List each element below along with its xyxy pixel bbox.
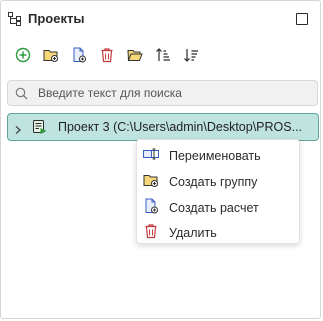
project-icon: [32, 119, 48, 140]
add-circle-icon: [15, 47, 31, 63]
panel-header: Проекты: [1, 1, 320, 37]
create-calc-button[interactable]: [69, 45, 89, 67]
panel-title: Проекты: [28, 11, 85, 26]
menu-item-label: Удалить: [169, 226, 217, 240]
delete-icon: [101, 48, 113, 63]
menu-item-rename[interactable]: Переименовать: [137, 142, 299, 168]
delete-button[interactable]: [97, 45, 117, 67]
sort-ascending-button[interactable]: [153, 45, 173, 67]
project-label: Проект 3 (C:\Users\admin\Desktop\PROS...: [58, 120, 303, 134]
create-group-button[interactable]: [41, 45, 61, 67]
add-button[interactable]: [13, 45, 33, 67]
create-group-icon: [43, 50, 58, 62]
menu-item-label: Создать группу: [169, 175, 258, 189]
open-folder-icon: [127, 50, 143, 61]
sort-ascending-icon: [156, 48, 170, 61]
maximize-button[interactable]: [296, 13, 308, 25]
sort-descending-button[interactable]: [181, 45, 201, 67]
rename-icon: [143, 146, 159, 162]
create-calc-icon: [73, 47, 86, 63]
tree-item-project[interactable]: Проект 3 (C:\Users\admin\Desktop\PROS...: [7, 113, 319, 141]
menu-item-label: Переименовать: [169, 149, 261, 163]
open-folder-button[interactable]: [125, 45, 145, 67]
search-box[interactable]: [7, 80, 318, 106]
create-calc-icon: [143, 198, 159, 214]
menu-item-create-calc[interactable]: Создать расчет: [137, 194, 299, 220]
search-icon: [15, 87, 28, 105]
menu-item-label: Создать расчет: [169, 201, 259, 215]
menu-item-delete[interactable]: Удалить: [137, 219, 299, 245]
chevron-right-icon[interactable]: [13, 122, 23, 140]
search-input[interactable]: [38, 85, 308, 101]
tree-structure-icon: [8, 12, 22, 26]
create-group-icon: [143, 172, 159, 188]
sort-descending-icon: [184, 49, 198, 62]
delete-icon: [143, 223, 159, 239]
context-menu: Переименовать Создать группу Создать рас…: [136, 139, 300, 244]
menu-item-create-group[interactable]: Создать группу: [137, 168, 299, 194]
